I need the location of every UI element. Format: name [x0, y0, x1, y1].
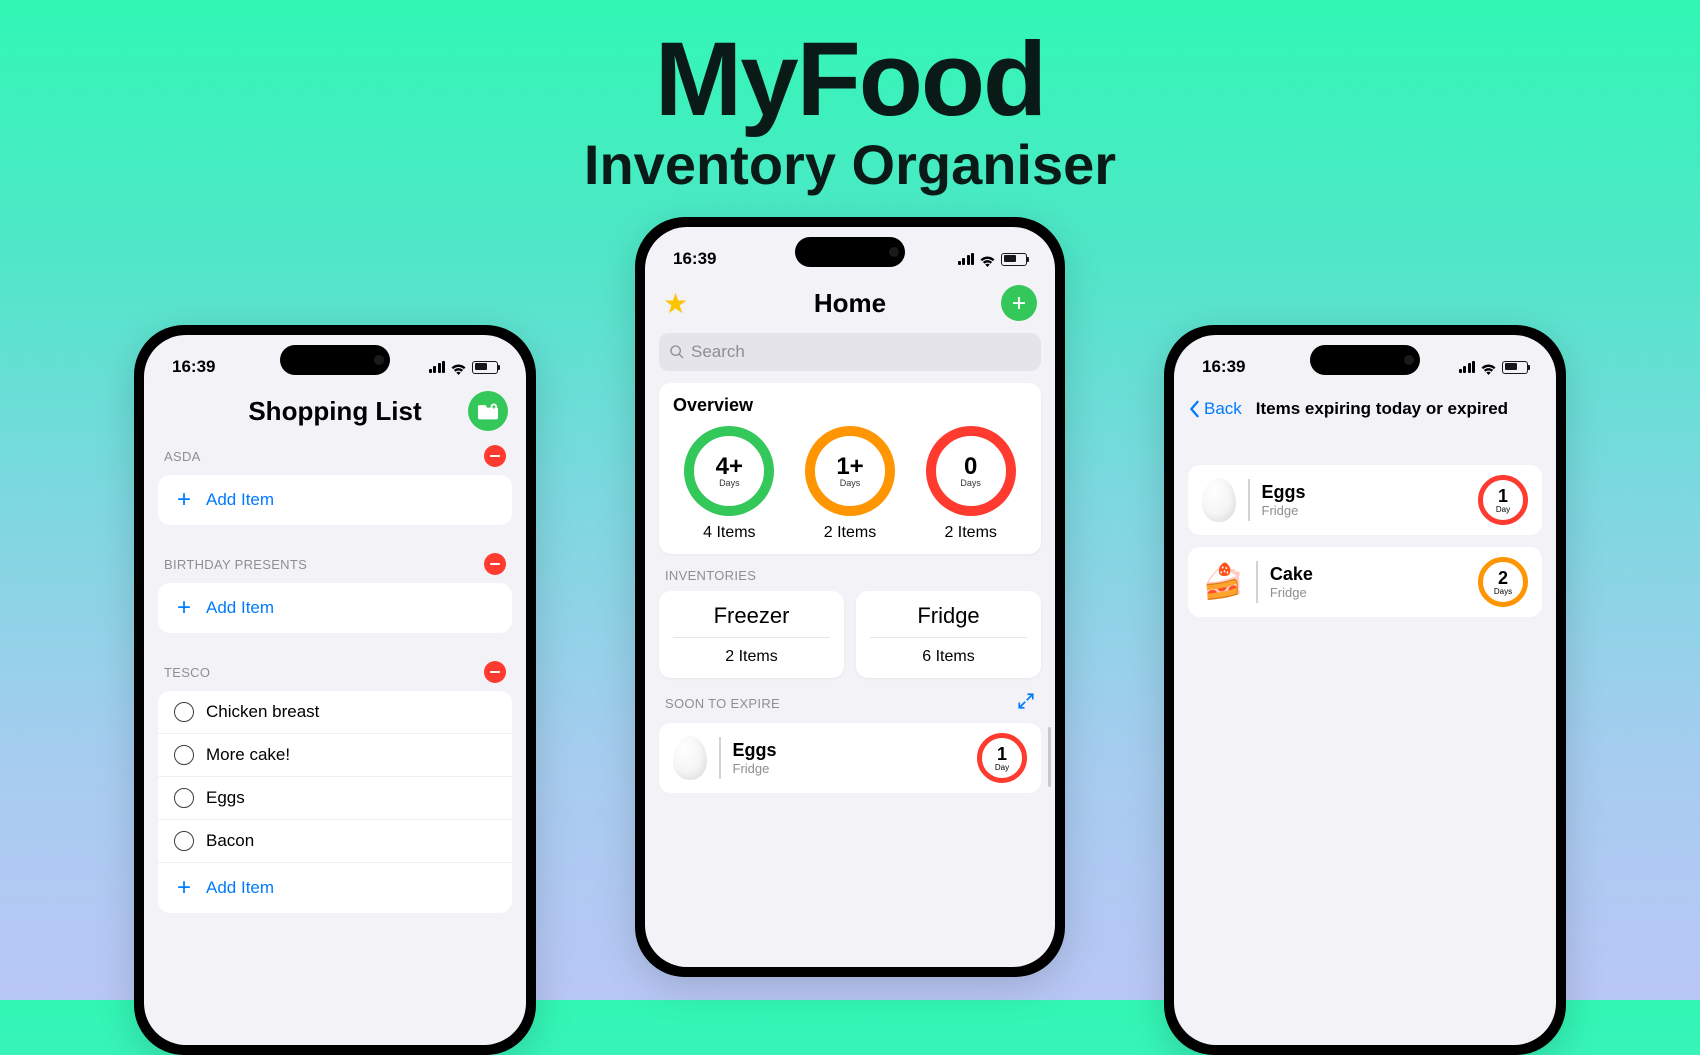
ring-orange: 1+ Days: [805, 426, 895, 516]
search-icon: [669, 344, 685, 360]
scroll-indicator[interactable]: [1048, 727, 1051, 787]
overview-title: Overview: [673, 395, 1027, 416]
expiry-ring: 1 Day: [977, 733, 1027, 783]
battery-icon: [1001, 253, 1027, 266]
checkbox-icon[interactable]: [174, 788, 194, 808]
expiring-item[interactable]: 🍰 Cake Fridge 2 Days: [1188, 547, 1542, 617]
checkbox-icon[interactable]: [174, 831, 194, 851]
remove-group-button[interactable]: [484, 661, 506, 683]
cellular-icon: [1459, 361, 1476, 373]
overview-stat[interactable]: 0 Days 2 Items: [914, 426, 1027, 542]
page-title: Home: [814, 288, 886, 319]
dynamic-island: [795, 237, 905, 267]
search-placeholder: Search: [691, 342, 745, 362]
app-title: MyFood: [0, 20, 1700, 140]
expiring-item[interactable]: Eggs Fridge 1 Day: [1188, 465, 1542, 535]
status-time: 16:39: [172, 357, 215, 377]
status-time: 16:39: [673, 249, 716, 269]
list-item[interactable]: Bacon: [158, 820, 512, 863]
app-subtitle: Inventory Organiser: [0, 132, 1700, 197]
inventory-card-freezer[interactable]: Freezer 2 Items: [659, 591, 844, 678]
phone-shopping-list: 16:39 Shopping List ASDA +: [134, 325, 536, 1055]
plus-icon: +: [174, 594, 194, 622]
battery-icon: [472, 361, 498, 374]
cellular-icon: [429, 361, 446, 373]
dynamic-island: [280, 345, 390, 375]
inventories-label: INVENTORIES: [665, 568, 1035, 583]
page-title: Shopping List: [248, 396, 421, 427]
wifi-icon: [979, 253, 996, 266]
ring-green: 4+ Days: [684, 426, 774, 516]
wifi-icon: [1480, 361, 1497, 374]
new-folder-button[interactable]: [468, 391, 508, 431]
cellular-icon: [958, 253, 975, 265]
expiry-ring: 1 Day: [1478, 475, 1528, 525]
list-item[interactable]: More cake!: [158, 734, 512, 777]
group-label: BIRTHDAY PRESENTS: [164, 557, 307, 572]
group-label: TESCO: [164, 665, 210, 680]
status-time: 16:39: [1202, 357, 1245, 377]
checkbox-icon[interactable]: [174, 702, 194, 722]
expand-button[interactable]: [1017, 692, 1035, 715]
group-label: ASDA: [164, 449, 201, 464]
list-item[interactable]: Eggs: [158, 777, 512, 820]
chevron-left-icon: [1188, 400, 1200, 418]
search-input[interactable]: Search: [659, 333, 1041, 371]
star-icon[interactable]: ★: [663, 287, 688, 320]
add-item-button[interactable]: + Add Item: [158, 583, 512, 633]
phone-expiring: 16:39 Back Items expiring today or expir…: [1164, 325, 1566, 1055]
remove-group-button[interactable]: [484, 445, 506, 467]
add-item-button[interactable]: + Add Item: [158, 475, 512, 525]
back-button[interactable]: Back: [1188, 399, 1242, 419]
expiring-item[interactable]: Eggs Fridge 1 Day: [659, 723, 1041, 793]
overview-card: Overview 4+ Days 4 Items 1+ Days: [659, 383, 1041, 554]
inventory-card-fridge[interactable]: Fridge 6 Items: [856, 591, 1041, 678]
add-item-button[interactable]: + Add Item: [158, 863, 512, 913]
cake-icon: 🍰: [1202, 565, 1244, 599]
page-title: Items expiring today or expired: [1256, 399, 1508, 419]
expiry-ring: 2 Days: [1478, 557, 1528, 607]
battery-icon: [1502, 361, 1528, 374]
plus-icon: +: [174, 874, 194, 902]
checkbox-icon[interactable]: [174, 745, 194, 765]
egg-icon: [673, 736, 707, 780]
overview-stat[interactable]: 4+ Days 4 Items: [673, 426, 786, 542]
phone-home: 16:39 ★ Home Search Overview: [635, 217, 1065, 977]
ring-red: 0 Days: [926, 426, 1016, 516]
wifi-icon: [450, 361, 467, 374]
overview-stat[interactable]: 1+ Days 2 Items: [794, 426, 907, 542]
egg-icon: [1202, 478, 1236, 522]
add-button[interactable]: [1001, 285, 1037, 321]
plus-icon: +: [174, 486, 194, 514]
soon-to-expire-label: SOON TO EXPIRE: [665, 696, 780, 711]
remove-group-button[interactable]: [484, 553, 506, 575]
promo-header: MyFood Inventory Organiser: [0, 0, 1700, 197]
dynamic-island: [1310, 345, 1420, 375]
list-item[interactable]: Chicken breast: [158, 691, 512, 734]
